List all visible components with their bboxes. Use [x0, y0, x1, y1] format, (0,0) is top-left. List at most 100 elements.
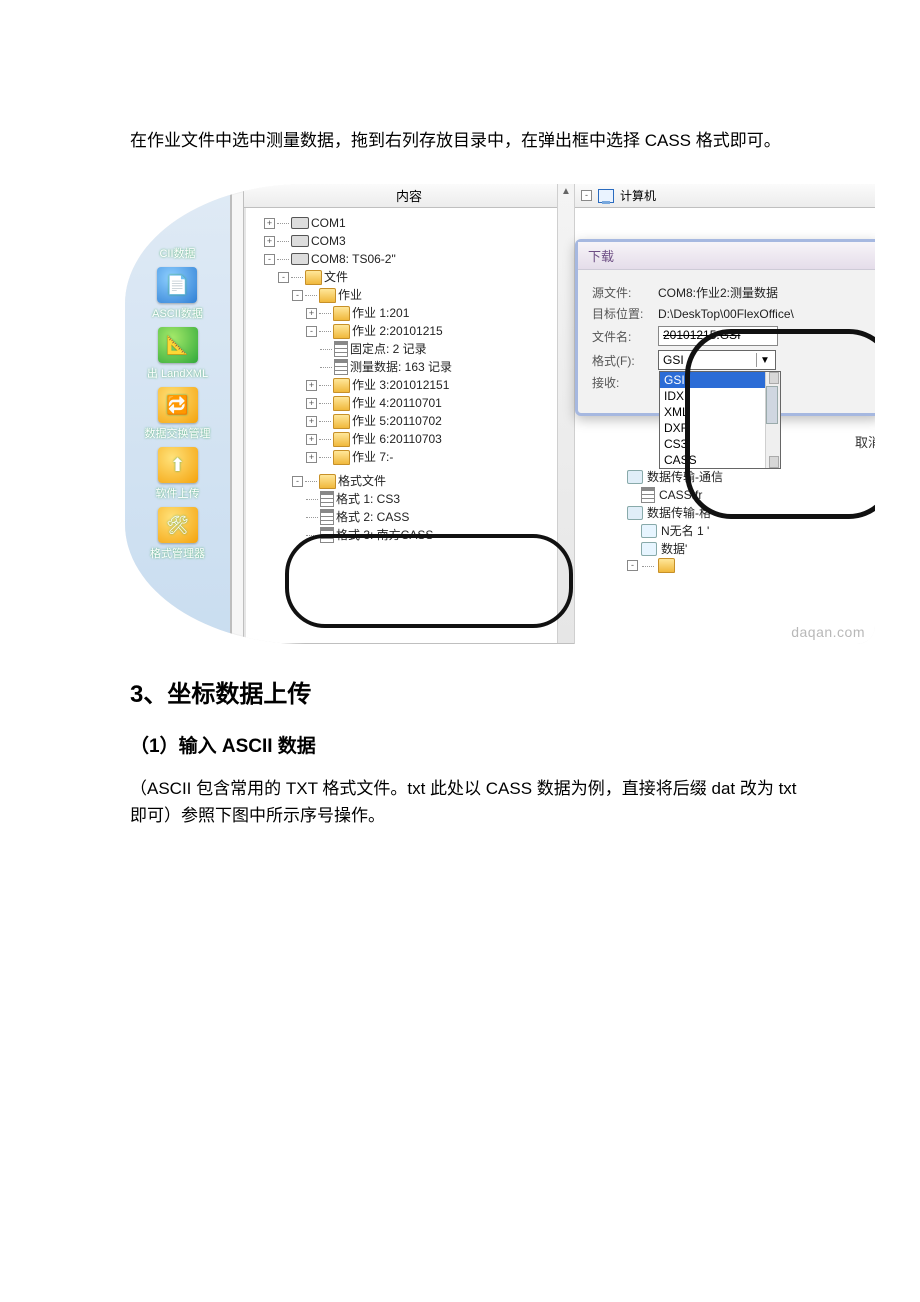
collapse-icon[interactable]: - [306, 326, 317, 337]
expand-icon[interactable]: + [306, 308, 317, 319]
ascii-export-icon: 📄 [157, 267, 197, 303]
sidebar-item-label: CII数据 [159, 245, 195, 261]
tree-item[interactable]: 固定点: 2 记录 [350, 340, 427, 358]
tree-item[interactable]: 作业 7:- [352, 448, 393, 466]
expand-icon[interactable]: + [306, 434, 317, 445]
screenshot-container: 具 CII数据 📄 ASCII数据 📐 出 LandXML 🔁 数据交换管理 ⬆… [125, 184, 875, 644]
format-option[interactable]: CASS [660, 452, 780, 468]
src-value: COM8:作业2:测量数据 [658, 284, 778, 301]
format-option[interactable]: IDX [660, 388, 780, 404]
folder-icon [333, 414, 350, 429]
doc-icon [641, 524, 657, 538]
format-option[interactable]: DXF [660, 420, 780, 436]
format-combobox[interactable]: GSI ▼ GSI IDX XML DXF CS3 CASS [658, 350, 776, 370]
tree-item[interactable]: 数据传输-格 [647, 504, 711, 522]
expand-icon[interactable]: + [306, 398, 317, 409]
tree-item[interactable]: 作业 [338, 286, 362, 304]
port-icon [291, 253, 309, 265]
dialog-title: 下载 [578, 242, 875, 270]
folder-icon [333, 450, 350, 465]
expand-icon[interactable]: + [264, 218, 275, 229]
doc-icon [320, 509, 334, 525]
folder-icon [333, 378, 350, 393]
dst-value: D:\DeskTop\00FlexOffice\ [658, 307, 794, 321]
sidebar-item-upload[interactable]: ⬆ 软件上传 [156, 447, 200, 501]
tree-header: 内容 [244, 184, 574, 208]
tree-item[interactable]: 格式 1: CS3 [336, 490, 400, 508]
tree-item[interactable]: 数据传输-通信 [647, 468, 723, 486]
tree-item[interactable]: 测量数据: 163 记录 [350, 358, 452, 376]
folder-icon [658, 558, 675, 573]
sidebar-item-format-mgr[interactable]: 🛠 格式管理器 [150, 507, 205, 561]
sidebar-item-label: 格式管理器 [150, 545, 205, 561]
device-tree[interactable]: + COM1 + COM3 - COM8: TS06-2" - 文件 - 作业 + 作业 1… [244, 208, 574, 550]
device-tree-panel: ▲ 内容 + COM1 + COM3 - COM8: TS06-2" - 文件 - 作业 … [243, 184, 575, 644]
collapse-icon[interactable]: - [292, 290, 303, 301]
format-option[interactable]: CS3 [660, 436, 780, 452]
collapse-icon[interactable]: - [581, 190, 592, 201]
tree-item[interactable]: 作业 6:20110703 [352, 430, 442, 448]
folder-icon [319, 288, 336, 303]
expand-icon[interactable]: + [306, 380, 317, 391]
expand-icon[interactable]: + [264, 236, 275, 247]
collapse-icon[interactable]: - [627, 560, 638, 571]
sidebar-item-ascii-in[interactable]: CII数据 [159, 245, 195, 261]
tree-item[interactable]: 作业 4:20110701 [352, 394, 442, 412]
tree-item[interactable]: 文件 [324, 268, 348, 286]
combobox-value: GSI [663, 353, 684, 367]
collapse-icon[interactable]: - [278, 272, 289, 283]
doc-icon [320, 527, 334, 543]
tree-item[interactable]: 格式文件 [338, 472, 386, 490]
dst-label: 目标位置: [592, 305, 650, 322]
format-option[interactable]: XML [660, 404, 780, 420]
file-icon [627, 470, 643, 484]
collapse-icon[interactable]: - [292, 476, 303, 487]
tree-item[interactable]: 作业 3:201012151 [352, 376, 449, 394]
cancel-button[interactable]: 取消 [855, 432, 875, 451]
tree-item[interactable]: 格式 2: CASS [336, 508, 409, 526]
tree-item[interactable]: 数据' [661, 540, 687, 558]
collapse-icon[interactable]: - [264, 254, 275, 265]
sidebar-item-label: 出 LandXML [147, 365, 208, 381]
port-icon [291, 217, 309, 229]
tree-item[interactable]: COM3 [311, 232, 346, 250]
list-scrollbar[interactable] [765, 372, 780, 468]
expand-icon[interactable]: + [306, 416, 317, 427]
tree-item[interactable]: N无名 1 ' [661, 522, 709, 540]
folder-icon [333, 396, 350, 411]
chevron-down-icon[interactable]: ▼ [756, 353, 773, 367]
ascii-paragraph: （ASCII 包含常用的 TXT 格式文件。txt 此处以 CASS 数据为例，… [130, 775, 810, 829]
sidebar-item-landxml[interactable]: 📐 出 LandXML [147, 327, 208, 381]
sidebar-item-ascii-out[interactable]: 📄 ASCII数据 [152, 267, 203, 321]
tree-item[interactable]: COM8: TS06-2" [311, 250, 396, 268]
exchange-icon: 🔁 [158, 387, 198, 423]
filename-input[interactable]: 20101215.GSI [658, 326, 778, 346]
tree-item[interactable]: COM1 [311, 214, 346, 232]
tree-item[interactable]: 作业 5:20110702 [352, 412, 442, 430]
folder-icon [333, 306, 350, 321]
doc-icon [641, 487, 655, 503]
receive-label: 接收: [592, 374, 650, 391]
sidebar-item-label: 数据交换管理 [145, 425, 211, 441]
expand-icon[interactable]: + [306, 452, 317, 463]
computer-label: 计算机 [620, 187, 656, 204]
doc-icon [641, 542, 657, 556]
folder-icon [333, 324, 350, 339]
tree-item[interactable]: 作业 1:201 [352, 304, 409, 322]
heading-3: 3、坐标数据上传 [130, 674, 810, 709]
format-option[interactable]: GSI [660, 372, 780, 388]
folder-icon [305, 270, 322, 285]
scrollbar[interactable]: ▲ [557, 184, 574, 643]
tool-label: 具 [133, 214, 144, 230]
folder-icon [333, 432, 350, 447]
format-dropdown-list[interactable]: GSI IDX XML DXF CS3 CASS [659, 371, 781, 469]
tree-item[interactable]: 格式 3: 南方CASS [336, 526, 433, 544]
format-label: 格式(F): [592, 352, 650, 369]
filename-label: 文件名: [592, 328, 650, 345]
intro-paragraph: 在作业文件中选中测量数据，拖到右列存放目录中，在弹出框中选择 CASS 格式即可… [130, 127, 810, 154]
watermark: daqan.com [791, 624, 865, 640]
tree-item[interactable]: 作业 2:20101215 [352, 322, 443, 340]
sidebar-item-exchange[interactable]: 🔁 数据交换管理 [145, 387, 211, 441]
tree-item[interactable]: CASS.fr [659, 486, 702, 504]
port-icon [291, 235, 309, 247]
